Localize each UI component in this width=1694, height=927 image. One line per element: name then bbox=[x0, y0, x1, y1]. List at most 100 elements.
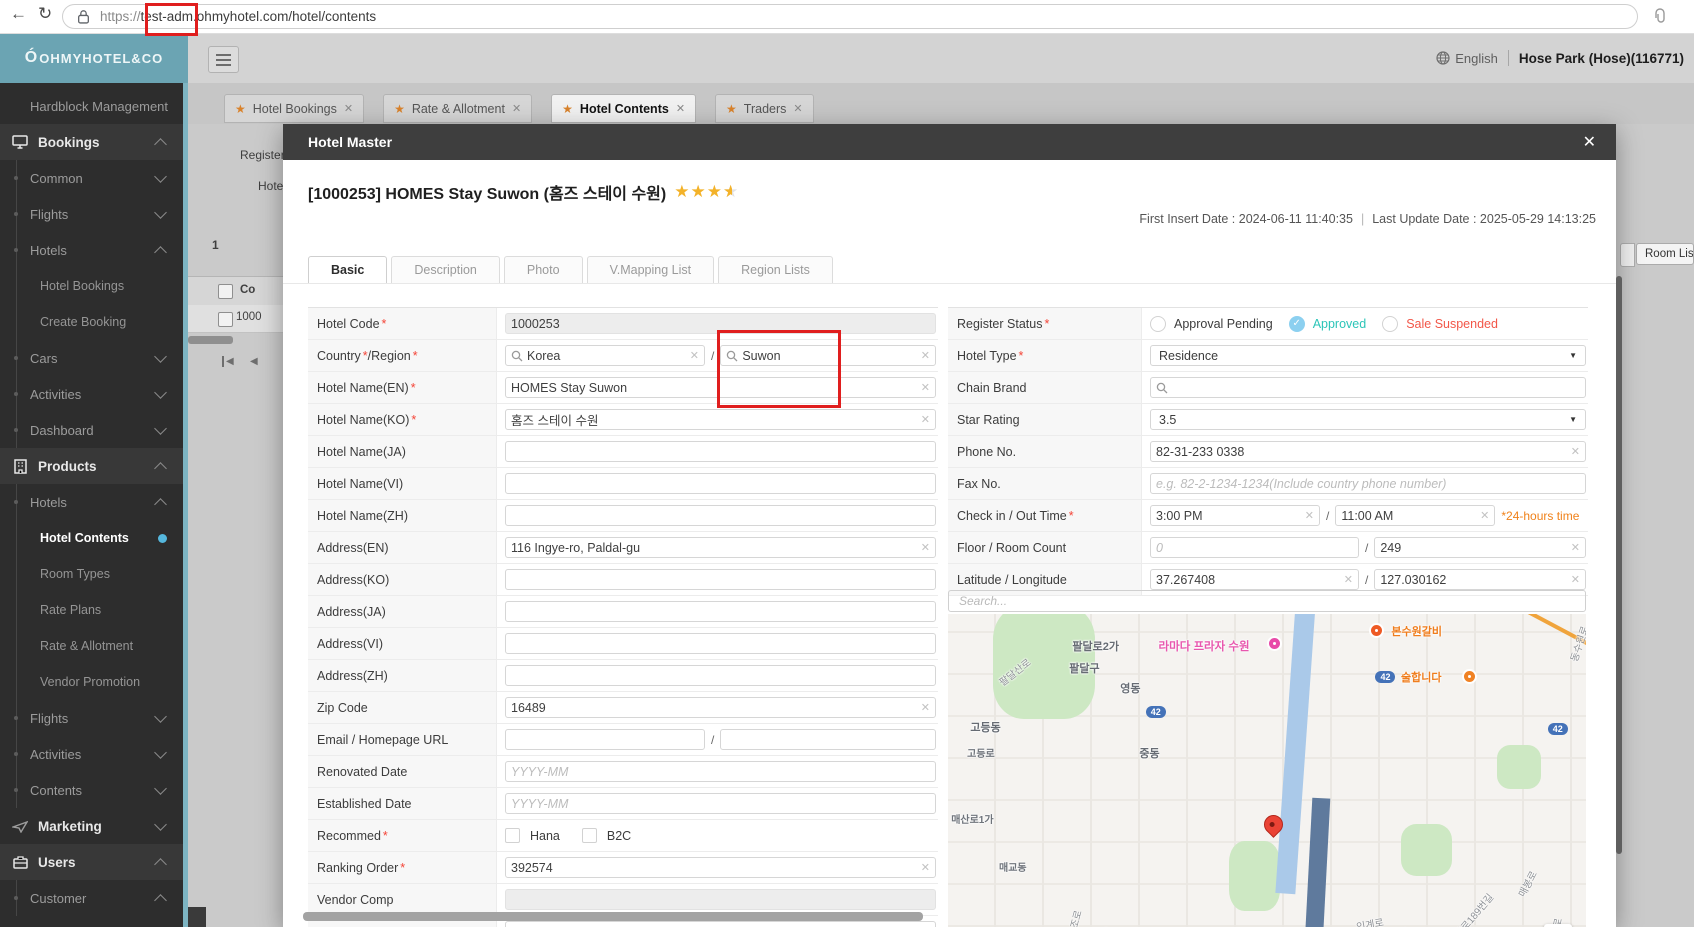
menu-toggle-button[interactable] bbox=[208, 46, 239, 73]
tab-close-icon[interactable]: ✕ bbox=[793, 102, 802, 115]
horizontal-scrollbar[interactable] bbox=[188, 336, 233, 344]
sidebar-item-users[interactable]: Users bbox=[0, 844, 183, 880]
tab-close-icon[interactable]: ✕ bbox=[344, 102, 353, 115]
renovated-date-input[interactable] bbox=[511, 764, 930, 779]
address-ko-input[interactable] bbox=[511, 572, 930, 587]
sidebar-item-room-types[interactable]: Room Types bbox=[0, 556, 183, 592]
sidebar-item-activities[interactable]: Activities bbox=[0, 376, 183, 412]
chain-brand-input[interactable] bbox=[1172, 380, 1580, 395]
sidebar-item-rate-plans[interactable]: Rate Plans bbox=[0, 592, 183, 628]
hotel-type-select[interactable]: Residence ▼ bbox=[1150, 345, 1586, 366]
user-menu[interactable]: Hose Park (Hose)(116771) bbox=[1519, 51, 1684, 66]
modal-tab-v-mapping-list[interactable]: V.Mapping List bbox=[586, 256, 715, 284]
page-tab-hotel-contents[interactable]: ★ Hotel Contents ✕ bbox=[551, 94, 697, 123]
vendor-comp-input[interactable] bbox=[511, 892, 930, 907]
sidebar-item-bookings[interactable]: Bookings bbox=[0, 124, 183, 160]
room-list-button[interactable]: Room Lis bbox=[1636, 243, 1694, 265]
map-search-box[interactable] bbox=[948, 590, 1586, 612]
sidebar-item-common[interactable]: Common bbox=[0, 160, 183, 196]
clear-icon[interactable]: ✕ bbox=[1571, 445, 1580, 458]
hotel-name-en-input[interactable] bbox=[511, 380, 917, 395]
address-ja-input[interactable] bbox=[511, 604, 930, 619]
form-horizontal-scrollbar[interactable] bbox=[303, 912, 923, 921]
clear-icon[interactable]: ✕ bbox=[921, 349, 930, 362]
check-in-out-time-input[interactable] bbox=[1341, 508, 1477, 523]
clear-icon[interactable]: ✕ bbox=[921, 701, 930, 714]
sidebar-item-rate-allotment[interactable]: Rate & Allotment bbox=[0, 628, 183, 664]
sidebar-item-activities[interactable]: Activities bbox=[0, 736, 183, 772]
row-checkbox[interactable] bbox=[218, 312, 233, 327]
sidebar-item-dashboard[interactable]: Dashboard bbox=[0, 412, 183, 448]
browser-refresh-icon[interactable]: ↻ bbox=[38, 4, 52, 24]
email-homepage-url-input[interactable] bbox=[511, 732, 699, 747]
checkbox-b2c[interactable] bbox=[581, 828, 597, 843]
sidebar-item-marketing[interactable]: Marketing bbox=[0, 808, 183, 844]
page-tab-hotel-bookings[interactable]: ★ Hotel Bookings ✕ bbox=[224, 94, 365, 123]
tab-close-icon[interactable]: ✕ bbox=[512, 102, 521, 115]
clear-icon[interactable]: ✕ bbox=[1305, 509, 1314, 522]
fax-no-input[interactable] bbox=[1156, 476, 1580, 491]
sidebar-item-hotel-contents[interactable]: Hotel Contents bbox=[0, 520, 183, 556]
tab-close-icon[interactable]: ✕ bbox=[676, 102, 685, 115]
latitude-longitude-input[interactable] bbox=[1380, 572, 1567, 587]
clear-icon[interactable]: ✕ bbox=[921, 413, 930, 426]
clear-icon[interactable]: ✕ bbox=[1571, 541, 1580, 554]
modal-tab-region-lists[interactable]: Region Lists bbox=[718, 256, 833, 284]
pagination-prev-icon[interactable]: ◀ bbox=[250, 356, 258, 367]
sidebar-item-hotel-bookings[interactable]: Hotel Bookings bbox=[0, 268, 183, 304]
email-homepage-url-input[interactable] bbox=[726, 732, 930, 747]
clear-icon[interactable]: ✕ bbox=[1344, 573, 1353, 586]
clear-icon[interactable]: ✕ bbox=[921, 381, 930, 394]
address-vi-input[interactable] bbox=[511, 636, 930, 651]
sidebar-item-products[interactable]: Products bbox=[0, 448, 183, 484]
radio-approved[interactable]: ✓ bbox=[1288, 315, 1305, 332]
floor-room-count-input[interactable] bbox=[1380, 540, 1567, 555]
address-bar[interactable]: https://test-adm.ohmyhotel.com/hotel/con… bbox=[62, 4, 1638, 29]
hotel-name-zh-input[interactable] bbox=[511, 508, 930, 523]
sidebar-item-cars[interactable]: Cars bbox=[0, 340, 183, 376]
modal-vertical-scrollbar[interactable] bbox=[1616, 276, 1622, 854]
sidebar-item-contents[interactable]: Contents bbox=[0, 772, 183, 808]
page-tab-rate-allotment[interactable]: ★ Rate & Allotment ✕ bbox=[383, 94, 533, 123]
star-rating-select[interactable]: 3.5 ▼ bbox=[1150, 409, 1586, 430]
zip-code-input[interactable] bbox=[511, 700, 917, 715]
map-search-input[interactable] bbox=[957, 593, 1585, 609]
address-zh-input[interactable] bbox=[511, 668, 930, 683]
latitude-longitude-input[interactable] bbox=[1156, 572, 1340, 587]
sidebar-item-customer[interactable]: Customer bbox=[0, 880, 183, 916]
table-row[interactable]: 1000 bbox=[188, 305, 283, 333]
select-all-checkbox[interactable] bbox=[218, 284, 233, 299]
browser-extension-icon[interactable] bbox=[1652, 8, 1668, 24]
sidebar-item-create-booking[interactable]: Create Booking bbox=[0, 304, 183, 340]
modal-tab-description[interactable]: Description bbox=[391, 256, 500, 284]
hotel-name-ja-input[interactable] bbox=[511, 444, 930, 459]
sidebar-scrollbar[interactable] bbox=[183, 83, 188, 927]
clear-icon[interactable]: ✕ bbox=[921, 861, 930, 874]
modal-tab-basic[interactable]: Basic bbox=[308, 256, 388, 284]
hotel-name-ko-input[interactable] bbox=[511, 412, 917, 427]
phone-no-input[interactable] bbox=[1156, 444, 1567, 459]
sidebar-item-hotels[interactable]: Hotels bbox=[0, 484, 183, 520]
modal-close-icon[interactable]: ✕ bbox=[1583, 132, 1596, 152]
pagination-first-icon[interactable]: ◀ bbox=[222, 356, 234, 367]
sidebar-item-hardblock-management[interactable]: Hardblock Management bbox=[0, 88, 183, 124]
page-tab-traders[interactable]: ★ Traders ✕ bbox=[715, 94, 814, 123]
background-button-sliver[interactable] bbox=[1620, 243, 1635, 267]
country-region-input[interactable] bbox=[742, 348, 917, 363]
language-selector[interactable]: English bbox=[1436, 51, 1498, 66]
checkbox-hana[interactable] bbox=[505, 828, 520, 843]
radio-approval-pending[interactable] bbox=[1150, 315, 1166, 332]
clear-icon[interactable]: ✕ bbox=[921, 541, 930, 554]
clear-icon[interactable]: ✕ bbox=[1571, 573, 1580, 586]
browser-back-icon[interactable]: ← bbox=[10, 4, 27, 24]
country-region-input[interactable] bbox=[527, 348, 686, 363]
map-canvas[interactable]: 팔달로2가 팔달구 영동 42 중동 고등동 고등로 라마다 프라자 수원 본수원갈비 술합니다 4… bbox=[948, 614, 1586, 927]
ranking-order-input[interactable] bbox=[511, 860, 917, 875]
radio-sale-suspended[interactable] bbox=[1382, 315, 1399, 332]
clear-icon[interactable]: ✕ bbox=[690, 349, 699, 362]
sidebar-item-flights[interactable]: Flights bbox=[0, 196, 183, 232]
sidebar-item-vendor-promotion[interactable]: Vendor Promotion bbox=[0, 664, 183, 700]
check-in-out-time-input[interactable] bbox=[1156, 508, 1301, 523]
hotel-code-input[interactable] bbox=[511, 316, 930, 331]
modal-tab-photo[interactable]: Photo bbox=[503, 256, 583, 284]
